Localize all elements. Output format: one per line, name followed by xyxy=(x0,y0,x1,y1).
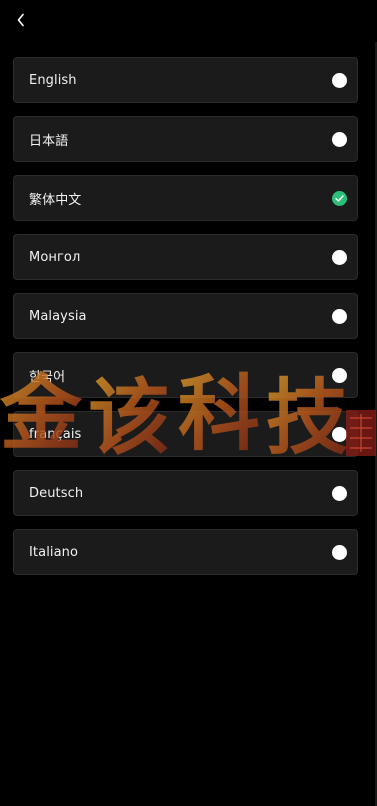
radio-unselected-icon[interactable] xyxy=(332,426,347,442)
check-circle-icon[interactable] xyxy=(332,190,347,206)
radio-unselected-icon[interactable] xyxy=(332,72,347,88)
language-label: Malaysia xyxy=(29,308,87,324)
language-option-traditional-chinese[interactable]: 繁体中文 xyxy=(13,175,358,221)
radio-unselected-icon[interactable] xyxy=(332,544,347,560)
language-label: Монгол xyxy=(29,249,81,265)
language-label: 한국어 xyxy=(29,369,66,385)
language-option-japanese[interactable]: 日本語 xyxy=(13,116,358,162)
back-button[interactable] xyxy=(10,9,32,31)
language-option-italian[interactable]: Italiano xyxy=(13,529,358,575)
language-label: français xyxy=(29,426,82,442)
chevron-left-icon xyxy=(16,13,26,27)
language-label: Italiano xyxy=(29,544,79,560)
language-label: English xyxy=(29,72,77,88)
radio-unselected-icon[interactable] xyxy=(332,249,347,265)
language-option-malaysia[interactable]: Malaysia xyxy=(13,293,358,339)
radio-unselected-icon[interactable] xyxy=(332,131,347,147)
language-label: Deutsch xyxy=(29,485,84,501)
language-option-french[interactable]: français xyxy=(13,411,358,457)
language-option-english[interactable]: English xyxy=(13,57,358,103)
language-option-korean[interactable]: 한국어 xyxy=(13,352,358,398)
language-list: English 日本語 繁体中文 Монгол Malaysia 한국어 fra… xyxy=(13,57,358,588)
language-label: 日本語 xyxy=(29,133,69,149)
radio-unselected-icon[interactable] xyxy=(332,485,347,501)
radio-unselected-icon[interactable] xyxy=(332,367,347,383)
radio-unselected-icon[interactable] xyxy=(332,308,347,324)
language-label: 繁体中文 xyxy=(29,192,82,208)
language-option-german[interactable]: Deutsch xyxy=(13,470,358,516)
language-option-mongolian[interactable]: Монгол xyxy=(13,234,358,280)
